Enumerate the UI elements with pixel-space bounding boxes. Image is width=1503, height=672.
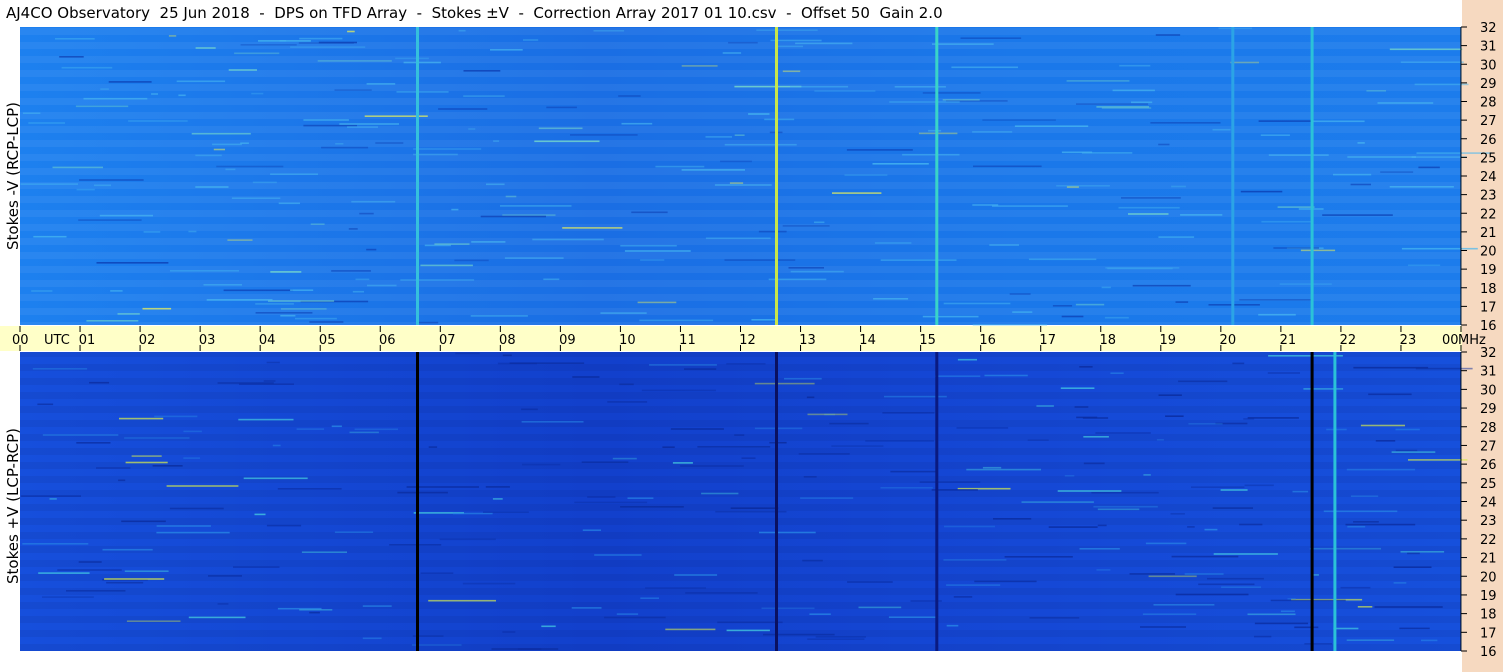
top-y-tick-label-17: 17 <box>1480 300 1497 315</box>
top-y-tick-label-22: 22 <box>1480 207 1497 222</box>
top-vertical-line-4 <box>1310 27 1314 325</box>
x-tick-label-3: 03 <box>199 333 216 348</box>
x-tick-label-14: 14 <box>859 333 876 348</box>
x-tick-label-5: 05 <box>319 333 336 348</box>
bottom-y-tick-label-25: 25 <box>1480 477 1497 492</box>
bottom-y-tick-label-23: 23 <box>1480 514 1497 529</box>
x-tick-label-2: 02 <box>139 333 156 348</box>
bottom-y-tick-label-29: 29 <box>1480 402 1497 417</box>
x-tick-label-0: 00 <box>12 333 29 348</box>
top-y-tick-label-25: 25 <box>1480 151 1497 166</box>
top-y-tick-label-21: 21 <box>1480 226 1497 241</box>
x-axis: 00 01 02 03 04 05 06 07 08 09 10 11 12 13 14 15 16 17 18 19… <box>0 326 1486 351</box>
bottom-y-tick-label-31: 31 <box>1480 365 1497 380</box>
bottom-y-tick-label-20: 20 <box>1480 570 1497 585</box>
x-tick-label-10: 10 <box>619 333 636 348</box>
bottom-y-tick-label-21: 21 <box>1480 552 1497 567</box>
top-vertical-line-1 <box>775 27 778 325</box>
y-axis-label-top: Stokes -V (RCP-LCP) <box>4 102 22 250</box>
spectrogram-chart: 00 01 02 03 04 05 06 07 08 09 10 11 12 13 14 15 16 17 18 19… <box>0 21 1497 660</box>
bottom-y-tick-label-30: 30 <box>1480 383 1497 398</box>
y-axis-top: 16 17 18 19 20 21 22 23 24 25 26 27 28 29 30 31 32 <box>1460 21 1497 334</box>
x-tick-label-24: 00 <box>1442 333 1459 348</box>
x-tick-label-13: 13 <box>799 333 816 348</box>
x-tick-label-9: 09 <box>559 333 576 348</box>
bottom-vertical-line-3 <box>1310 352 1314 651</box>
bottom-vertical-line-0 <box>416 352 419 651</box>
x-tick-label-6: 06 <box>379 333 396 348</box>
x-tick-label-22: 22 <box>1340 333 1357 348</box>
top-y-tick-label-20: 20 <box>1480 245 1497 260</box>
x-tick-label-16: 16 <box>979 333 996 348</box>
bottom-y-tick-label-32: 32 <box>1480 346 1497 361</box>
bottom-heatmap-banding <box>20 352 1461 651</box>
x-axis-band <box>0 326 1462 351</box>
bottom-vertical-line-2 <box>935 352 939 651</box>
top-vertical-line-2 <box>935 27 939 325</box>
top-y-tick-label-32: 32 <box>1480 21 1497 36</box>
bottom-y-tick-label-26: 26 <box>1480 458 1497 473</box>
x-tick-label-12: 12 <box>739 333 756 348</box>
x-tick-label-23: 23 <box>1400 333 1417 348</box>
top-heatmap-banding <box>20 27 1461 325</box>
y-axis-bottom: 16 17 18 19 20 21 22 23 24 25 26 27 28 29 30 31 32 <box>1460 346 1497 660</box>
x-tick-label-19: 19 <box>1160 333 1177 348</box>
x-tick-label-4: 04 <box>259 333 276 348</box>
top-y-tick-label-24: 24 <box>1480 170 1497 185</box>
bottom-spectrogram-panel <box>20 352 1473 651</box>
x-tick-label-15: 15 <box>919 333 936 348</box>
bottom-y-tick-label-17: 17 <box>1480 626 1497 641</box>
x-tick-label-21: 21 <box>1280 333 1297 348</box>
top-y-tick-label-23: 23 <box>1480 189 1497 204</box>
x-tick-label-20: 20 <box>1220 333 1237 348</box>
top-y-tick-label-16: 16 <box>1480 319 1497 334</box>
bottom-vertical-line-1 <box>775 352 778 651</box>
bottom-y-tick-label-19: 19 <box>1480 589 1497 604</box>
top-y-tick-label-19: 19 <box>1480 263 1497 278</box>
bottom-y-tick-label-16: 16 <box>1480 645 1497 660</box>
x-tick-label-17: 17 <box>1039 333 1056 348</box>
bottom-y-tick-label-24: 24 <box>1480 496 1497 511</box>
top-vertical-line-0 <box>416 27 419 325</box>
top-y-tick-label-18: 18 <box>1480 282 1497 297</box>
top-y-tick-label-26: 26 <box>1480 133 1497 148</box>
bottom-y-tick-label-22: 22 <box>1480 533 1497 548</box>
top-y-tick-label-27: 27 <box>1480 114 1497 129</box>
bottom-vertical-line-4 <box>1333 352 1337 651</box>
top-y-tick-label-28: 28 <box>1480 96 1497 111</box>
x-tick-label-8: 08 <box>499 333 516 348</box>
top-y-tick-label-30: 30 <box>1480 58 1497 73</box>
bottom-y-tick-label-18: 18 <box>1480 608 1497 623</box>
top-y-tick-label-31: 31 <box>1480 40 1497 55</box>
x-tick-label-11: 11 <box>679 333 696 348</box>
top-vertical-line-3 <box>1231 27 1235 325</box>
top-y-tick-label-29: 29 <box>1480 77 1497 92</box>
x-axis-unit-left: UTC <box>44 333 70 348</box>
bottom-y-tick-label-28: 28 <box>1480 421 1497 436</box>
x-tick-label-7: 07 <box>439 333 456 348</box>
y-axis-label-bottom: Stokes +V (LCP-RCP) <box>4 428 22 584</box>
bottom-y-tick-label-27: 27 <box>1480 439 1497 454</box>
x-tick-label-1: 01 <box>79 333 96 348</box>
top-spectrogram-panel <box>20 27 1492 326</box>
x-tick-label-18: 18 <box>1099 333 1116 348</box>
